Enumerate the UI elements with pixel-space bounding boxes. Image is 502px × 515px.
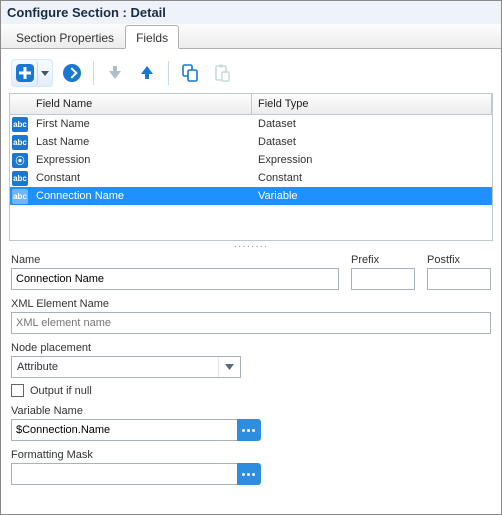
copy-icon xyxy=(180,63,200,83)
xml-element-input[interactable] xyxy=(11,312,491,334)
add-button[interactable] xyxy=(12,60,38,86)
abc-icon: abc xyxy=(12,135,28,150)
name-label: Name xyxy=(11,254,339,266)
table-row[interactable]: abc Last Name Dataset xyxy=(10,133,492,151)
dropdown-caret-icon xyxy=(41,71,49,76)
cell-field-name: Last Name xyxy=(30,135,252,149)
move-down-icon xyxy=(106,64,124,82)
abc-icon: abc xyxy=(12,189,28,204)
tab-section-properties[interactable]: Section Properties xyxy=(5,25,125,49)
xml-element-label: XML Element Name xyxy=(11,298,491,310)
node-placement-value: Attribute xyxy=(17,361,58,373)
table-row[interactable]: abc Constant Constant xyxy=(10,169,492,187)
node-placement-select[interactable]: Attribute xyxy=(11,356,241,378)
prefix-label: Prefix xyxy=(351,254,415,266)
add-dropdown-button[interactable] xyxy=(38,60,52,86)
fields-table: Field Name Field Type abc First Name Dat… xyxy=(9,93,493,241)
field-details-form: Name Prefix Postfix XML Element Name Nod… xyxy=(9,254,493,485)
table-row[interactable]: abc First Name Dataset xyxy=(10,115,492,133)
tab-fields[interactable]: Fields xyxy=(125,25,179,49)
tabs: Section Properties Fields xyxy=(1,24,501,49)
ellipsis-icon xyxy=(242,429,255,432)
splitter-handle[interactable]: ········ xyxy=(9,243,493,250)
table-row[interactable]: abc Connection Name Variable xyxy=(10,187,492,205)
variable-name-input[interactable] xyxy=(11,419,237,441)
chevron-down-icon xyxy=(225,364,234,370)
abc-icon: abc xyxy=(12,171,28,186)
table-header: Field Name Field Type xyxy=(10,94,492,115)
postfix-input[interactable] xyxy=(427,268,491,290)
formatting-mask-picker-button[interactable] xyxy=(237,463,261,485)
add-icon xyxy=(15,63,35,83)
output-if-null-checkbox[interactable] xyxy=(11,384,24,397)
toolbar-separator xyxy=(168,61,169,85)
toolbar xyxy=(9,55,493,93)
ellipsis-icon xyxy=(242,473,255,476)
abc-icon: abc xyxy=(12,117,28,132)
cell-field-name: Expression xyxy=(30,153,252,167)
dialog-title: Configure Section : Detail xyxy=(1,1,501,24)
formatting-mask-label: Formatting Mask xyxy=(11,449,261,461)
paste-button[interactable] xyxy=(209,60,235,86)
expression-icon: ⦿ xyxy=(12,153,28,168)
cell-field-name: Constant xyxy=(30,171,252,185)
table-header-type[interactable]: Field Type xyxy=(252,94,492,114)
table-header-icon xyxy=(10,94,30,114)
postfix-label: Postfix xyxy=(427,254,491,266)
move-up-button[interactable] xyxy=(134,60,160,86)
name-input[interactable] xyxy=(11,268,339,290)
table-header-name[interactable]: Field Name xyxy=(30,94,252,114)
paste-icon xyxy=(212,63,232,83)
cell-field-name: Connection Name xyxy=(30,189,252,203)
output-if-null-label: Output if null xyxy=(30,385,92,397)
variable-name-label: Variable Name xyxy=(11,405,261,417)
move-up-icon xyxy=(138,64,156,82)
cell-field-type: Constant xyxy=(252,171,492,185)
cell-field-name: First Name xyxy=(30,117,252,131)
copy-button[interactable] xyxy=(177,60,203,86)
toolbar-separator xyxy=(93,61,94,85)
delete-button[interactable] xyxy=(59,60,85,86)
variable-picker-button[interactable] xyxy=(237,419,261,441)
cell-field-type: Dataset xyxy=(252,135,492,149)
cell-field-type: Expression xyxy=(252,153,492,167)
cell-field-type: Dataset xyxy=(252,117,492,131)
move-down-button[interactable] xyxy=(102,60,128,86)
cell-field-type: Variable xyxy=(252,189,492,203)
table-row[interactable]: ⦿ Expression Expression xyxy=(10,151,492,169)
formatting-mask-input[interactable] xyxy=(11,463,237,485)
prefix-input[interactable] xyxy=(351,268,415,290)
node-placement-label: Node placement xyxy=(11,342,241,354)
delete-icon xyxy=(62,63,82,83)
